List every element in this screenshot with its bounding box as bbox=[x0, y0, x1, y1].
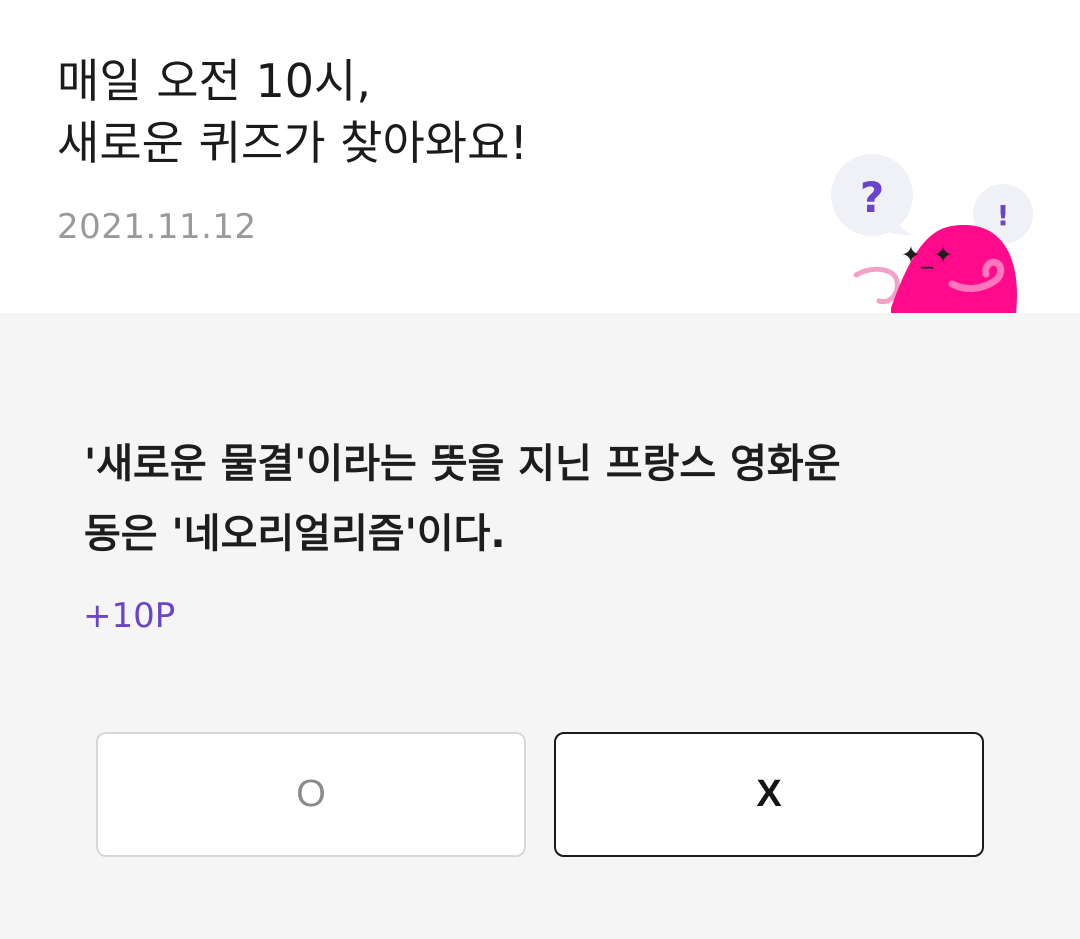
quiz-question: '새로운 물결'이라는 뜻을 지닌 프랑스 영화운 동은 '네오리얼리즘'이다. bbox=[84, 429, 1004, 569]
mascot-face: ✦_✦ bbox=[901, 241, 953, 269]
quiz-header-title-line-1: 매일 오전 10시, bbox=[57, 54, 371, 108]
quiz-question-line-1: '새로운 물결'이라는 뜻을 지닌 프랑스 영화운 bbox=[84, 441, 841, 487]
answer-x-button[interactable]: X bbox=[554, 732, 984, 857]
quiz-header: 매일 오전 10시, 새로운 퀴즈가 찾아와요! 2021.11.12 ? ! … bbox=[0, 0, 1080, 313]
mascot-body: ✦_✦ bbox=[853, 225, 1017, 313]
question-mark-text: ? bbox=[860, 173, 884, 222]
exclamation-mark-text: ! bbox=[997, 199, 1010, 232]
answer-o-button[interactable]: O bbox=[96, 732, 526, 857]
quiz-question-line-2: 동은 '네오리얼리즘'이다. bbox=[84, 511, 506, 557]
quiz-header-title: 매일 오전 10시, 새로운 퀴즈가 찾아와요! bbox=[57, 50, 817, 174]
pink-blob-mascot-icon: ? ! ✦_✦ bbox=[831, 154, 1033, 313]
quiz-date: 2021.11.12 bbox=[57, 207, 257, 247]
reward-points: +10P bbox=[83, 596, 176, 636]
quiz-header-title-line-2: 새로운 퀴즈가 찾아와요! bbox=[57, 116, 528, 170]
answer-x-label: X bbox=[756, 773, 782, 815]
question-mark-bubble-icon: ? bbox=[831, 154, 913, 236]
answer-o-label: O bbox=[296, 773, 326, 815]
quiz-question-area: '새로운 물결'이라는 뜻을 지닌 프랑스 영화운 동은 '네오리얼리즘'이다.… bbox=[0, 313, 1080, 939]
